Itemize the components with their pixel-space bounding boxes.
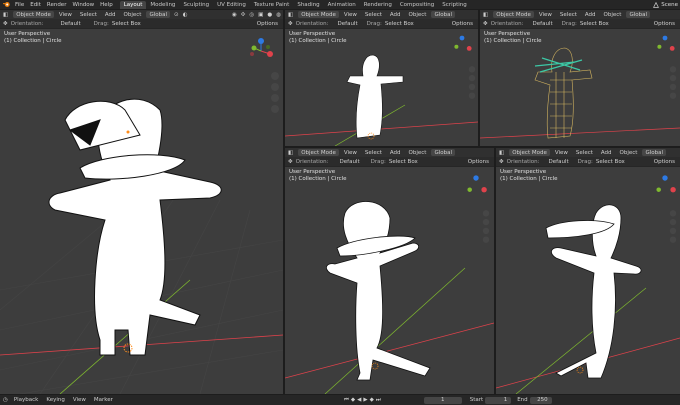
3d-cursor-icon [576,366,584,374]
tab-animation[interactable]: Animation [324,1,360,9]
nav-buttons [271,72,279,113]
x-axis-line [480,127,680,139]
origin-point-icon [126,130,130,134]
scene-selector[interactable]: Scene [653,0,678,9]
character-main [48,98,222,356]
pan-hand-icon[interactable] [669,218,677,226]
menu-edit[interactable]: Edit [27,2,44,8]
viewport-bot2[interactable]: ◧ Object Mode View Select Add Object Glo… [496,148,680,394]
character-bot1 [326,201,431,381]
pan-hand-icon[interactable] [271,83,279,91]
tab-sculpting[interactable]: Sculpting [179,1,213,9]
menu-file[interactable]: File [12,2,27,8]
zoom-icon[interactable] [482,210,490,217]
nav-gizmo[interactable] [248,38,274,64]
start-frame-field[interactable]: 1 [485,396,512,404]
start-label: Start [469,397,484,403]
zoom-icon[interactable] [271,72,279,80]
menu-view[interactable]: View [70,397,89,404]
scene-icon [653,1,660,8]
ortho-grid-icon[interactable] [468,92,476,99]
top-menu-bar: File Edit Render Window Help Layout Mode… [0,0,680,9]
zoom-icon[interactable] [468,66,476,73]
camera-icon[interactable] [669,227,677,235]
jump-start-icon[interactable]: ⏮ [344,397,349,404]
tab-texture-paint[interactable]: Texture Paint [250,1,294,9]
timeline-bar: ◷ Playback Keying View Marker ⏮ ◆ ◀ ▶ ◆ … [0,395,680,405]
camera-icon[interactable] [482,227,490,235]
viewport-top2[interactable]: ◧ Object Mode View Select Add Object Glo… [480,10,680,146]
wireframe-character [534,47,593,139]
scene-canvas [480,47,680,139]
tab-shading[interactable]: Shading [293,1,323,9]
menu-keying[interactable]: Keying [43,397,67,404]
ortho-grid-icon[interactable] [271,105,279,113]
y-axis-line [324,267,466,394]
ortho-grid-icon[interactable] [669,236,677,243]
nav-gizmo[interactable] [464,175,487,198]
camera-icon[interactable] [468,83,476,91]
tab-rendering[interactable]: Rendering [360,1,396,9]
nav-gizmo[interactable] [655,35,676,57]
prev-key-icon[interactable]: ◆ [351,397,355,403]
character-top1 [346,54,404,139]
nav-buttons [482,210,490,243]
ortho-grid-icon[interactable] [669,92,677,99]
play-reverse-icon[interactable]: ◀ [357,397,361,403]
viewport-main[interactable]: ◧ Object Mode View Select Add Object Glo… [0,10,283,394]
next-key-icon[interactable]: ◆ [370,397,374,403]
blender-logo-icon[interactable] [2,1,10,8]
jump-end-icon[interactable]: ⏭ [376,397,381,404]
scene-canvas [285,54,478,146]
menu-marker[interactable]: Marker [91,397,116,404]
pan-hand-icon[interactable] [468,74,476,82]
menu-window[interactable]: Window [69,2,97,8]
tab-uv-editing[interactable]: UV Editing [213,1,250,9]
nav-buttons [669,66,677,99]
tab-modeling[interactable]: Modeling [146,1,179,9]
tab-compositing[interactable]: Compositing [396,1,438,9]
zoom-icon[interactable] [669,66,677,73]
armature-bones [534,57,583,73]
current-frame-field[interactable]: 1 [423,396,462,404]
scene-canvas [285,201,494,394]
x-axis-line [285,322,494,379]
tab-layout[interactable]: Layout [119,0,147,9]
nav-buttons [468,66,476,99]
menu-playback[interactable]: Playback [11,397,42,404]
nav-buttons [669,210,677,243]
pan-hand-icon[interactable] [482,218,490,226]
ortho-grid-icon[interactable] [482,236,490,243]
scene-name: Scene [661,1,678,8]
camera-icon[interactable] [271,94,279,102]
end-label: End [517,397,528,403]
camera-icon[interactable] [669,83,677,91]
character-bot2 [545,204,642,379]
tab-scripting[interactable]: Scripting [438,1,470,9]
scene-canvas [0,98,283,394]
play-icon[interactable]: ▶ [363,397,367,403]
end-frame-field[interactable]: 250 [529,396,552,404]
viewport-top1[interactable]: ◧ Object Mode View Select Add Object Glo… [285,10,478,146]
zoom-icon[interactable] [669,210,677,217]
menu-render[interactable]: Render [44,2,70,8]
y-axis-line [515,287,647,394]
menu-help[interactable]: Help [97,2,116,8]
viewport-bot1[interactable]: ◧ Object Mode View Select Add Object Glo… [285,148,494,394]
pan-hand-icon[interactable] [669,74,677,82]
3d-cursor-icon [371,362,379,370]
timeline-editor-icon[interactable]: ◷ [3,397,8,403]
nav-gizmo[interactable] [653,175,676,198]
nav-gizmo[interactable] [452,35,473,57]
